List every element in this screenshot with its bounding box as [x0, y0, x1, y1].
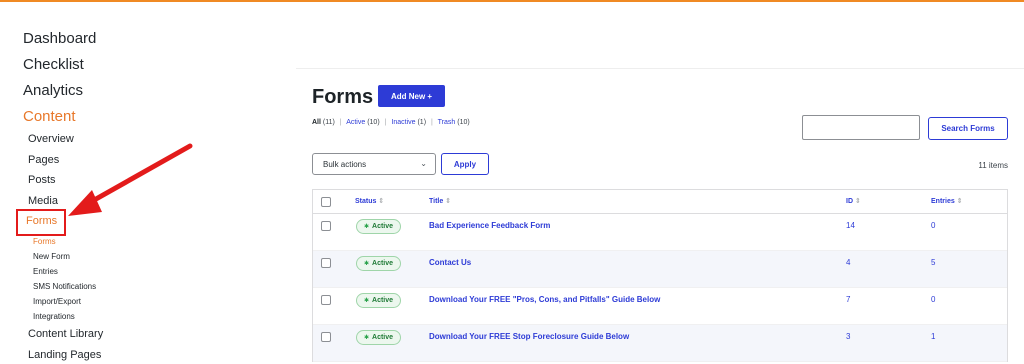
add-new-button[interactable]: Add New + — [378, 85, 445, 107]
column-header-title[interactable]: Title ⇕ — [429, 197, 451, 205]
form-title-link[interactable]: Download Your FREE Stop Foreclosure Guid… — [429, 332, 629, 341]
table-row: ✱ Active Download Your FREE Stop Foreclos… — [313, 325, 1007, 362]
form-id[interactable]: 7 — [846, 295, 850, 304]
form-entries-count[interactable]: 5 — [931, 258, 935, 267]
sort-icon: ⇕ — [956, 198, 963, 205]
status-dot-icon: ✱ — [364, 261, 370, 267]
table-row: ✱ Active Bad Experience Feedback Form 14 … — [313, 214, 1007, 251]
status-badge: ✱ Active — [356, 330, 402, 345]
filter-inactive-count: (1) — [417, 119, 427, 126]
status-badge: ✱ Active — [356, 256, 402, 271]
sort-icon: ⇕ — [445, 198, 452, 205]
chevron-down-icon: ⌄ — [420, 159, 427, 168]
select-all-checkbox[interactable] — [321, 197, 331, 207]
table-row: ✱ Active Contact Us 4 5 — [313, 251, 1007, 288]
sort-icon: ⇕ — [378, 198, 385, 205]
form-entries-count[interactable]: 1 — [931, 332, 935, 341]
sidebar-subitem-new-form[interactable]: New Form — [33, 252, 70, 261]
form-entries-count[interactable]: 0 — [931, 221, 935, 230]
column-header-status[interactable]: Status ⇕ — [355, 197, 384, 205]
red-arrow-annotation — [68, 143, 193, 216]
filter-all[interactable]: All — [312, 119, 321, 126]
sidebar-subitem-forms[interactable]: Forms — [33, 237, 56, 246]
sidebar: Dashboard Checklist Analytics Content Ov… — [0, 2, 290, 364]
sidebar-item-analytics[interactable]: Analytics — [23, 82, 83, 99]
table-row: ✱ Active Download Your FREE "Pros, Cons, … — [313, 288, 1007, 325]
sidebar-subitem-sms-notifications[interactable]: SMS Notifications — [33, 282, 96, 291]
column-header-entries[interactable]: Entries ⇕ — [931, 197, 963, 205]
sidebar-item-content[interactable]: Content — [23, 108, 76, 125]
sidebar-subitem-import-export[interactable]: Import/Export — [33, 297, 81, 306]
row-checkbox[interactable] — [321, 221, 331, 231]
row-checkbox[interactable] — [321, 332, 331, 342]
status-dot-icon: ✱ — [364, 298, 370, 304]
status-dot-icon: ✱ — [364, 335, 370, 341]
sort-icon: ⇕ — [855, 198, 861, 205]
filter-active[interactable]: Active — [346, 119, 365, 126]
sidebar-item-landing-pages[interactable]: Landing Pages — [28, 349, 101, 361]
form-id[interactable]: 14 — [846, 221, 855, 230]
status-badge: ✱ Active — [356, 219, 402, 234]
bulk-actions-select[interactable]: Bulk actions ⌄ — [312, 153, 436, 175]
sidebar-subitem-entries[interactable]: Entries — [33, 267, 58, 276]
items-count: 11 items — [978, 161, 1008, 170]
filter-trash[interactable]: Trash — [438, 119, 456, 126]
row-checkbox[interactable] — [321, 295, 331, 305]
sidebar-subitem-integrations[interactable]: Integrations — [33, 312, 75, 321]
filter-trash-count: (10) — [457, 119, 470, 126]
form-title-link[interactable]: Download Your FREE "Pros, Cons, and Pitf… — [429, 295, 660, 304]
form-title-link[interactable]: Contact Us — [429, 258, 471, 267]
form-id[interactable]: 4 — [846, 258, 850, 267]
filter-active-count: (10) — [367, 119, 380, 126]
filter-inactive[interactable]: Inactive — [391, 119, 415, 126]
sidebar-item-content-library[interactable]: Content Library — [28, 328, 103, 340]
main-content: Forms Add New + All (11) | Active (10) |… — [296, 68, 1024, 364]
forms-table: Status ⇕ Title ⇕ ID ⇕ Entries ⇕ ✱ Active Bad … — [312, 189, 1008, 362]
table-header: Status ⇕ Title ⇕ ID ⇕ Entries ⇕ — [313, 190, 1007, 214]
row-checkbox[interactable] — [321, 258, 331, 268]
status-dot-icon: ✱ — [364, 224, 370, 230]
sidebar-item-dashboard[interactable]: Dashboard — [23, 30, 96, 47]
form-entries-count[interactable]: 0 — [931, 295, 935, 304]
search-forms-button[interactable]: Search Forms — [928, 117, 1008, 140]
search-input[interactable] — [802, 115, 920, 140]
page-title: Forms — [312, 86, 374, 108]
form-title-link[interactable]: Bad Experience Feedback Form — [429, 221, 550, 230]
apply-button[interactable]: Apply — [441, 153, 489, 175]
bulk-actions-value: Bulk actions — [323, 159, 367, 169]
status-badge: ✱ Active — [356, 293, 402, 308]
filter-all-count: (11) — [322, 119, 335, 126]
status-filters: All (11) | Active (10) | Inactive (1) | … — [312, 119, 470, 126]
sidebar-item-checklist[interactable]: Checklist — [23, 56, 84, 73]
column-header-id[interactable]: ID ⇕ — [846, 197, 861, 205]
form-id[interactable]: 3 — [846, 332, 850, 341]
